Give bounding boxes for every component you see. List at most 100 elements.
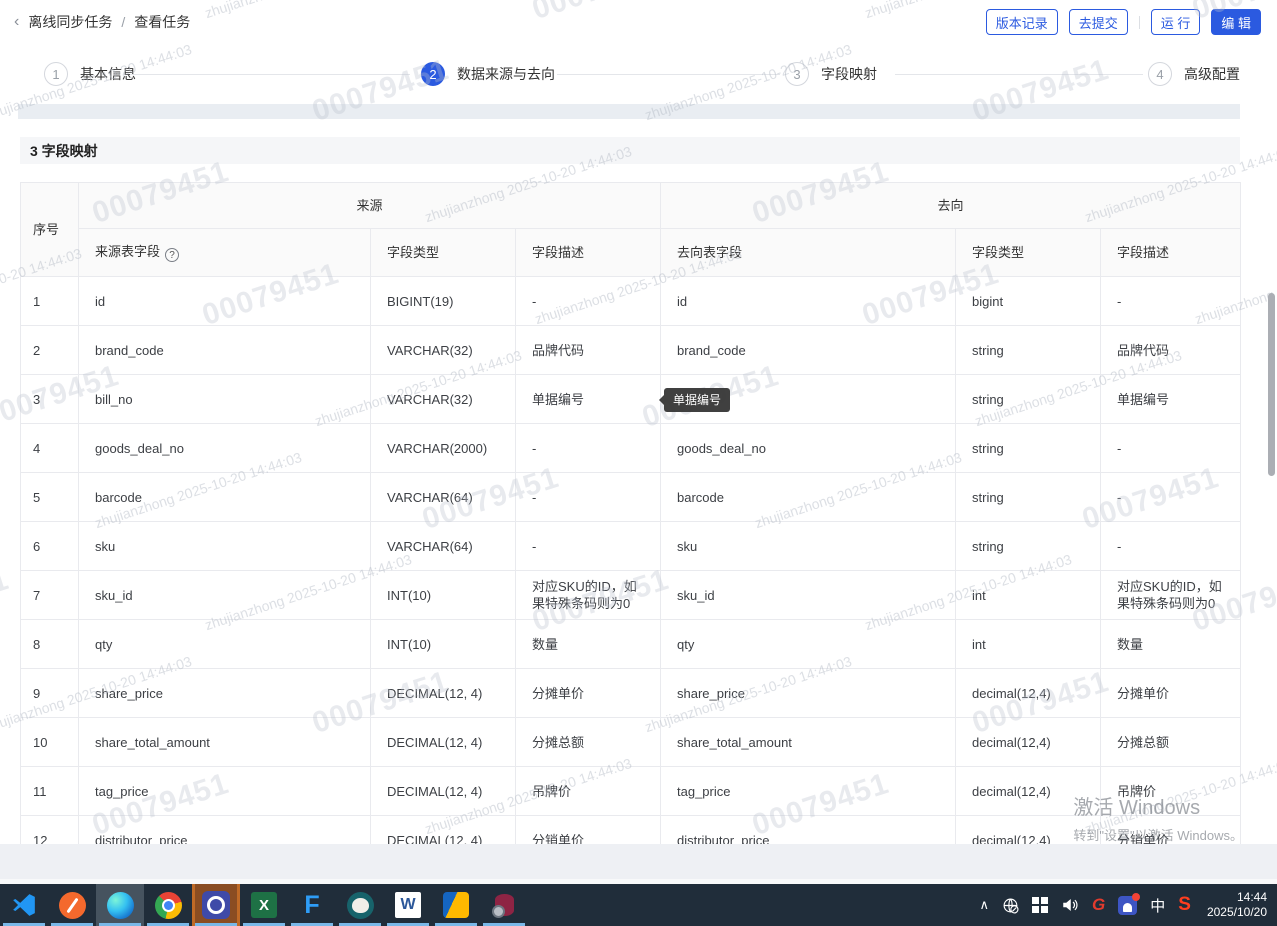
table-cell: BIGINT(19) bbox=[371, 277, 516, 326]
table-cell: decimal(12,4) bbox=[956, 669, 1101, 718]
field-tooltip: 单据编号 bbox=[664, 388, 730, 412]
table-cell: string bbox=[956, 326, 1101, 375]
g-app-tray-icon[interactable]: G bbox=[1092, 895, 1105, 915]
top-bar: ‹ 离线同步任务 / 查看任务 版本记录 去提交 运 行 编 辑 bbox=[0, 0, 1277, 44]
table-cell: string bbox=[956, 424, 1101, 473]
table-cell: 分销单价 bbox=[1101, 816, 1241, 846]
screen: ‹ 离线同步任务 / 查看任务 版本记录 去提交 运 行 编 辑 1 基本信息 … bbox=[0, 0, 1277, 926]
table-cell: brand_code bbox=[661, 326, 956, 375]
foxit-app-icon[interactable] bbox=[432, 884, 480, 926]
clock-date: 2025/10/20 bbox=[1207, 905, 1267, 920]
table-cell: - bbox=[1101, 522, 1241, 571]
section-gap bbox=[18, 104, 1240, 119]
database-app-icon[interactable] bbox=[480, 884, 528, 926]
table-row: 1idBIGINT(19)-idbigint- bbox=[21, 277, 1241, 326]
tray-expand-icon[interactable]: ∧ bbox=[979, 897, 989, 913]
edge-icon[interactable] bbox=[96, 884, 144, 926]
table-cell: 9 bbox=[21, 669, 79, 718]
step-data-source-target[interactable]: 2 数据来源与去向 bbox=[421, 44, 555, 104]
col-header-source-desc: 字段描述 bbox=[516, 229, 661, 277]
table-row: 4goods_deal_noVARCHAR(2000)-goods_deal_n… bbox=[21, 424, 1241, 473]
vertical-scrollbar-thumb[interactable] bbox=[1268, 293, 1275, 476]
notification-app-tray-icon[interactable] bbox=[1118, 896, 1137, 915]
step-field-mapping[interactable]: 3 字段映射 bbox=[785, 44, 877, 104]
table-cell: VARCHAR(32) bbox=[371, 375, 516, 424]
table-cell: barcode bbox=[79, 473, 371, 522]
taskbar-clock[interactable]: 14:44 2025/10/20 bbox=[1207, 890, 1267, 920]
table-cell: 数量 bbox=[516, 620, 661, 669]
table-cell: - bbox=[1101, 473, 1241, 522]
table-cell: tag_price bbox=[79, 767, 371, 816]
chrome-icon[interactable] bbox=[144, 884, 192, 926]
table-cell: 吊牌价 bbox=[516, 767, 661, 816]
col-header-source-type: 字段类型 bbox=[371, 229, 516, 277]
table-cell: sku_id bbox=[79, 571, 371, 620]
f-app-icon[interactable]: F bbox=[288, 884, 336, 926]
help-icon[interactable]: ? bbox=[165, 248, 179, 262]
version-history-button[interactable]: 版本记录 bbox=[986, 9, 1058, 35]
vscode-glyph bbox=[11, 892, 37, 918]
col-group-source: 来源 bbox=[79, 183, 661, 229]
table-body: 1idBIGINT(19)-idbigint-2brand_codeVARCHA… bbox=[21, 277, 1241, 846]
widgets-icon[interactable] bbox=[1032, 897, 1048, 913]
table-cell: qty bbox=[79, 620, 371, 669]
taskbar-apps: X F W bbox=[0, 884, 528, 926]
table-cell: decimal(12,4) bbox=[956, 718, 1101, 767]
table-subheader-row: 来源表字段? 字段类型 字段描述 去向表字段 字段类型 字段描述 bbox=[21, 229, 1241, 277]
table-cell: share_price bbox=[79, 669, 371, 718]
step-advanced-config[interactable]: 4 高级配置 bbox=[1148, 44, 1240, 104]
volume-icon[interactable] bbox=[1061, 896, 1079, 914]
table-cell: tag_price bbox=[661, 767, 956, 816]
table-cell: 单据编号 bbox=[516, 375, 661, 424]
step-number: 3 bbox=[785, 62, 809, 86]
chat-app-icon[interactable] bbox=[192, 884, 240, 926]
vscode-icon[interactable] bbox=[0, 884, 48, 926]
step-number: 4 bbox=[1148, 62, 1172, 86]
table-cell: - bbox=[1101, 277, 1241, 326]
table-cell: decimal(12,4) bbox=[956, 816, 1101, 846]
table-cell: sku bbox=[79, 522, 371, 571]
header-actions: 版本记录 去提交 运 行 编 辑 bbox=[986, 9, 1261, 35]
word-icon[interactable]: W bbox=[384, 884, 432, 926]
pen-app-icon[interactable] bbox=[48, 884, 96, 926]
step-number: 1 bbox=[44, 62, 68, 86]
table-cell: 品牌代码 bbox=[1101, 326, 1241, 375]
edit-button[interactable]: 编 辑 bbox=[1211, 9, 1261, 35]
table-group-header-row: 序号 来源 去向 bbox=[21, 183, 1241, 229]
breadcrumb-current: 查看任务 bbox=[134, 12, 190, 32]
step-connector bbox=[130, 74, 410, 75]
run-button[interactable]: 运 行 bbox=[1151, 9, 1201, 35]
table-row: 6skuVARCHAR(64)-skustring- bbox=[21, 522, 1241, 571]
dbeaver-icon[interactable] bbox=[336, 884, 384, 926]
col-group-target: 去向 bbox=[661, 183, 1241, 229]
table-cell: - bbox=[1101, 424, 1241, 473]
ime-indicator[interactable]: 中 bbox=[1150, 895, 1165, 916]
table-cell: 4 bbox=[21, 424, 79, 473]
go-submit-button[interactable]: 去提交 bbox=[1069, 9, 1128, 35]
step-basic-info[interactable]: 1 基本信息 bbox=[44, 44, 136, 104]
sogou-tray-icon[interactable]: S bbox=[1178, 894, 1191, 916]
breadcrumb-parent[interactable]: 离线同步任务 bbox=[28, 12, 112, 32]
table-cell: 8 bbox=[21, 620, 79, 669]
table-cell: 对应SKU的ID，如果特殊条码则为0 bbox=[516, 571, 661, 620]
table-cell: 1 bbox=[21, 277, 79, 326]
table-cell: 吊牌价 bbox=[1101, 767, 1241, 816]
table-cell: INT(10) bbox=[371, 571, 516, 620]
table-cell: 分摊总额 bbox=[516, 718, 661, 767]
step-label: 基本信息 bbox=[80, 64, 136, 84]
table-cell: decimal(12,4) bbox=[956, 767, 1101, 816]
table-row: 7sku_idINT(10)对应SKU的ID，如果特殊条码则为0sku_idin… bbox=[21, 571, 1241, 620]
excel-icon[interactable]: X bbox=[240, 884, 288, 926]
table-cell: DECIMAL(12, 4) bbox=[371, 767, 516, 816]
table-cell: VARCHAR(64) bbox=[371, 522, 516, 571]
network-no-internet-icon[interactable] bbox=[1002, 897, 1019, 914]
table-cell: 品牌代码 bbox=[516, 326, 661, 375]
back-icon[interactable]: ‹ bbox=[14, 14, 19, 30]
field-mapping-table: 序号 来源 去向 来源表字段? 字段类型 字段描述 去向表字段 字段类型 字段描… bbox=[20, 182, 1241, 845]
table-cell: bigint bbox=[956, 277, 1101, 326]
step-label: 高级配置 bbox=[1184, 64, 1240, 84]
actions-divider bbox=[1139, 16, 1140, 29]
col-header-index: 序号 bbox=[21, 183, 79, 277]
table-cell: goods_deal_no bbox=[79, 424, 371, 473]
clock-time: 14:44 bbox=[1207, 890, 1267, 905]
